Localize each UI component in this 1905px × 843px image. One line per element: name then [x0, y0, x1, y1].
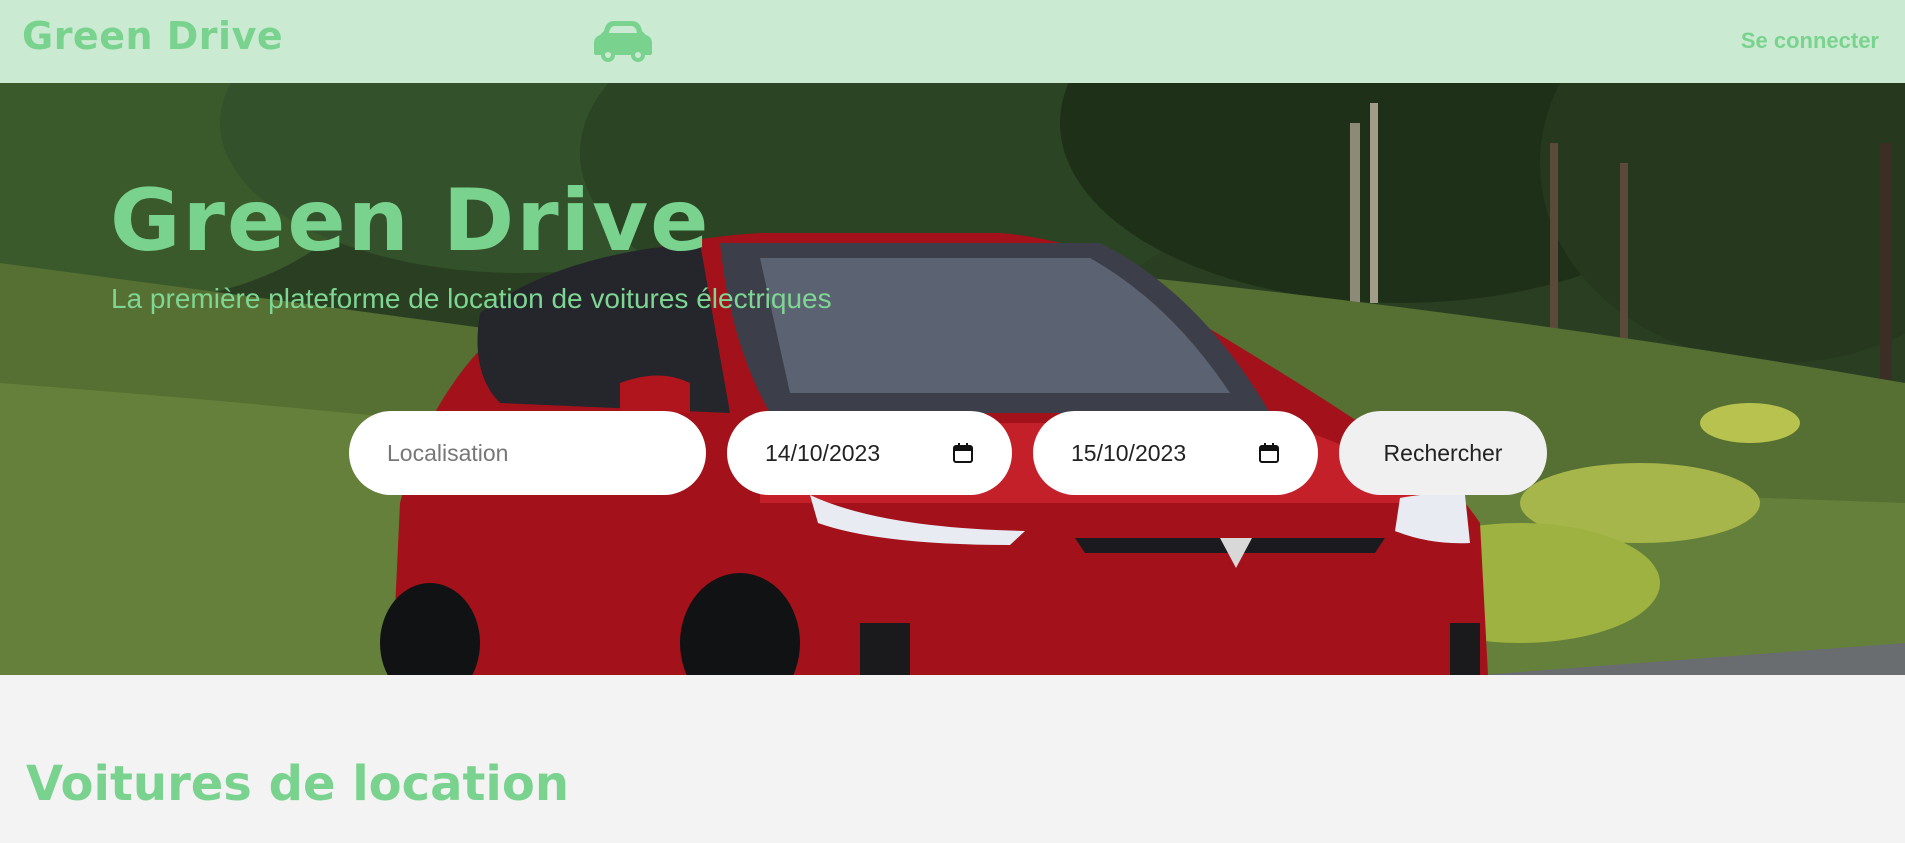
calendar-icon[interactable] — [952, 442, 974, 464]
end-date-field[interactable]: 15/10/2023 — [1033, 411, 1318, 495]
hero-title: Green Drive — [110, 171, 711, 271]
location-input[interactable] — [349, 411, 706, 495]
hero-subtitle: La première plateforme de location de vo… — [111, 283, 832, 314]
section-title: Voitures de location — [26, 756, 570, 812]
start-date-value: 14/10/2023 — [765, 439, 881, 466]
search-button[interactable]: Rechercher — [1339, 411, 1547, 495]
car-icon — [594, 21, 652, 62]
end-date-value: 15/10/2023 — [1071, 439, 1187, 466]
brand-logo[interactable]: Green Drive — [22, 14, 283, 58]
hero-banner: Green Drive La première plateforme de lo… — [0, 83, 1905, 675]
calendar-icon[interactable] — [1258, 442, 1280, 464]
login-link[interactable]: Se connecter — [1741, 28, 1879, 54]
start-date-field[interactable]: 14/10/2023 — [727, 411, 1012, 495]
navbar: Green Drive Se connecter — [0, 0, 1905, 83]
